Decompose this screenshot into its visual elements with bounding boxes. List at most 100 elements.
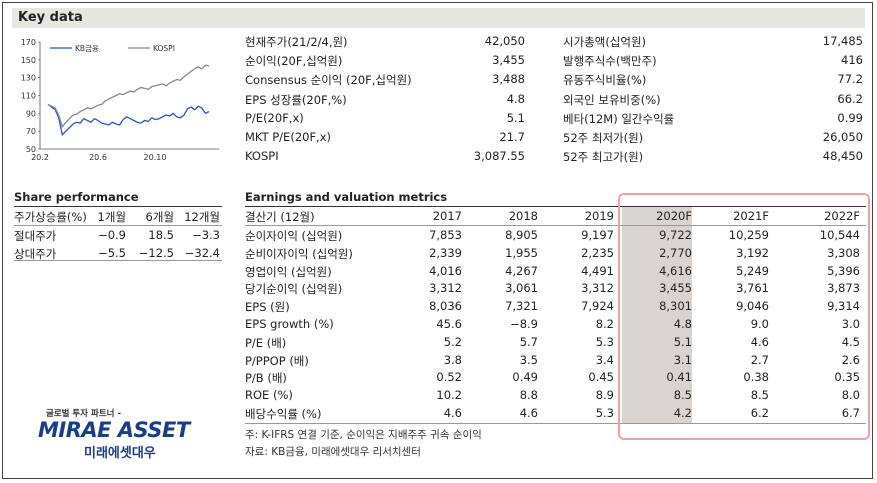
key-data-row: 순이익(20F,십억원) 3,455: [245, 53, 525, 69]
earnings-cell: 8.2: [595, 317, 614, 331]
earnings-cell: 4.6: [519, 406, 538, 420]
share-perf-cell: 18.5: [148, 228, 174, 242]
share-perf-cell: −12.5: [138, 246, 174, 260]
earnings-cell: 3.5: [519, 352, 538, 367]
earnings-cell: 5.7: [519, 334, 538, 349]
earnings-cell: 5.3: [595, 334, 614, 349]
key-data-row: KOSPI 3,087.55: [245, 149, 525, 165]
earnings-cell: 7,924: [581, 299, 614, 314]
key-data-value: 5.1: [506, 110, 525, 125]
key-data-row: 외국인 보유비중(%) 66.2: [563, 92, 863, 108]
key-data-value: 17,485: [822, 34, 863, 48]
share-perf-cell: −3.3: [192, 228, 220, 242]
key-data-value: 0.99: [837, 110, 863, 125]
earnings-header: 2018: [508, 209, 538, 223]
key-data-label: 52주 최고가(원): [563, 150, 644, 165]
key-data-value: 3,455: [492, 53, 525, 68]
earnings-cell: 0.45: [588, 370, 614, 385]
key-data-row: 시가총액(십억원) 17,485: [563, 34, 863, 50]
key-data-label: 시가총액(십억원): [563, 35, 647, 49]
earnings-row-label: 당기순이익 (십억원): [245, 282, 343, 297]
legend-label: KOSPI: [153, 44, 175, 53]
earnings-cell: 3.4: [595, 352, 614, 367]
earnings-cell: 3,312: [581, 281, 614, 296]
key-data-label: 발행주식수(백만주): [563, 54, 657, 69]
earnings-row-label: P/E (배): [245, 335, 287, 350]
share-perf-cell: −32.4: [184, 246, 220, 260]
key-data-value: 3,087.55: [473, 149, 525, 164]
footnote-1: 주: K-IFRS 연결 기준, 순이익은 지배주주 귀속 순이익: [245, 429, 482, 441]
earnings-row-label: EPS growth (%): [245, 317, 334, 331]
earnings-cell: 4,016: [429, 263, 462, 278]
key-data-row: P/E(20F,x) 5.1: [245, 111, 525, 127]
key-data-label: 베타(12M) 일간수익률: [563, 111, 675, 126]
share-perf-cell: −5.5: [98, 246, 126, 260]
key-data-label: KOSPI: [245, 149, 279, 164]
key-data-label: MKT P/E(20F,x): [245, 130, 332, 144]
share-perf-cell: 절대주가: [14, 229, 57, 243]
earnings-row-label: 영업이익 (십억원): [245, 264, 332, 279]
earnings-cell: 4,267: [505, 263, 538, 278]
earnings-cell: 5.3: [595, 406, 614, 420]
y-tick-label: 170: [21, 38, 36, 47]
key-data-row: 현재주가(21/2/4,원) 42,050: [245, 34, 525, 50]
key-data-header: Key data: [12, 8, 865, 28]
y-tick-label: 90: [26, 109, 36, 118]
earnings-cell: 2,339: [429, 245, 462, 260]
earnings-row-label: EPS (원): [245, 300, 290, 315]
key-data-row: 베타(12M) 일간수익률 0.99: [563, 111, 863, 127]
share-performance-title: Share performance: [14, 190, 139, 204]
logo-brand: MIRAE ASSET: [38, 418, 190, 442]
earnings-cell: 9,197: [581, 228, 614, 242]
earnings-cell: 45.6: [436, 317, 462, 331]
key-data-value: 21.7: [499, 130, 525, 144]
key-data-row: MKT P/E(20F,x) 21.7: [245, 130, 525, 146]
footnote-2: 자료: KB금융, 미래에셋대우 리서치센터: [245, 446, 421, 458]
earnings-row-label: ROE (%): [245, 388, 293, 403]
key-data-value: 3,488: [492, 72, 525, 87]
series-line-0: [47, 103, 210, 136]
earnings-cell: 7,853: [429, 228, 462, 242]
earnings-cell: 8.8: [519, 388, 538, 403]
key-data-value: 66.2: [837, 91, 863, 106]
key-data-value: 4.8: [506, 91, 525, 106]
earnings-cell: −8.9: [510, 317, 538, 331]
earnings-row-label: P/PPOP (배): [245, 353, 309, 368]
earnings-cell: 10.2: [436, 388, 462, 403]
earnings-title: Earnings and valuation metrics: [245, 190, 448, 204]
earnings-header: 결산기 (12월): [245, 210, 315, 224]
earnings-cell: 8.9: [595, 388, 614, 403]
earnings-cell: 8,036: [429, 299, 462, 314]
earnings-header: 2017: [432, 209, 462, 223]
y-tick-label: 70: [26, 127, 36, 136]
x-tick-label: 20.10: [144, 153, 167, 162]
share-perf-cell: −0.9: [98, 228, 126, 242]
share-perf-header: 6개월: [145, 210, 174, 224]
y-tick-label: 110: [21, 92, 36, 101]
key-data-row: 유동주식비율(%) 77.2: [563, 72, 863, 88]
key-data-label: P/E(20F,x): [245, 110, 304, 125]
earnings-cell: 5.2: [443, 334, 462, 349]
y-tick-label: 130: [21, 74, 36, 83]
x-tick-label: 20.6: [89, 153, 107, 162]
legend-label: KB금융: [75, 44, 99, 53]
earnings-row-label: 순이자이익 (십억원): [245, 229, 343, 243]
key-data-value: 26,050: [822, 130, 863, 144]
earnings-row-label: 배당수익률 (%): [245, 407, 322, 421]
earnings-cell: 0.52: [436, 370, 462, 385]
key-data-label: EPS 성장률(20F,%): [245, 92, 347, 107]
key-data-label: 순이익(20F,십억원): [245, 54, 343, 69]
earnings-cell: 0.49: [512, 370, 538, 385]
key-data-label: 유동주식비율(%): [563, 73, 647, 88]
key-data-value: 416: [841, 53, 863, 68]
key-data-row: 52주 최고가(원) 48,450: [563, 149, 863, 165]
key-data-value: 48,450: [822, 149, 863, 164]
earnings-row-label: 순비이자이익 (십억원): [245, 246, 353, 261]
key-data-label: Consensus 순이익 (20F,십억원): [245, 73, 412, 88]
earnings-cell: 1,955: [505, 245, 538, 260]
price-chart: 50709011013015017020.2 20.6 20.10KB금융 KOSPI: [21, 38, 219, 162]
key-data-value: 42,050: [484, 34, 525, 48]
share-perf-header: 1개월: [97, 210, 126, 224]
key-data-row: Consensus 순이익 (20F,십억원) 3,488: [245, 72, 525, 88]
highlight-box: [618, 193, 870, 440]
